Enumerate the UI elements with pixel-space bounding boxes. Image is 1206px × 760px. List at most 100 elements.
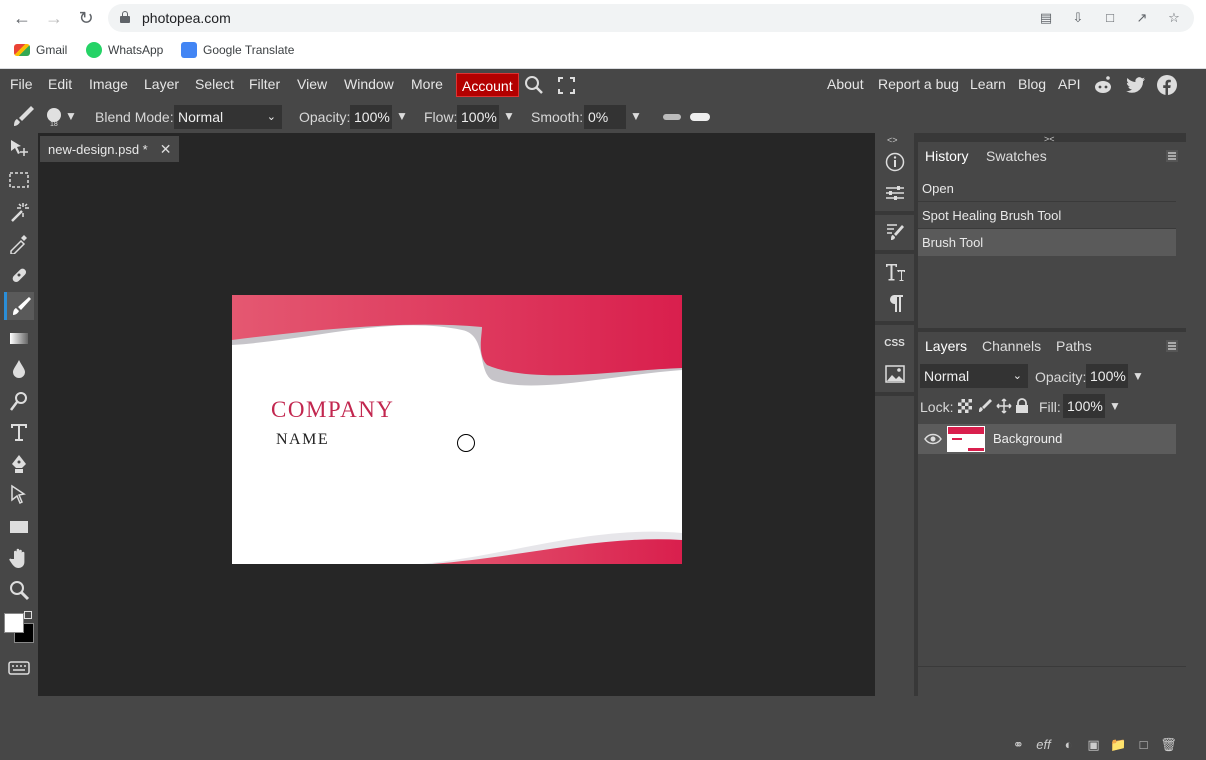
collapse-strip-icon[interactable]: <>	[887, 135, 898, 145]
new-group-icon[interactable]: 📁	[1109, 735, 1128, 754]
css-button[interactable]: CSS	[879, 328, 910, 358]
layer-row-background[interactable]: Background	[918, 424, 1176, 454]
address-bar[interactable]: photopea.com ▤ ⇩ □ ↗ ☆	[108, 4, 1194, 32]
hand-tool-icon[interactable]	[4, 544, 34, 572]
tab-swatches[interactable]: Swatches	[986, 148, 1047, 164]
flow-input[interactable]: 100%	[457, 105, 499, 129]
healing-brush-icon[interactable]	[4, 261, 34, 289]
foreground-color-swatch[interactable]	[4, 613, 24, 633]
menu-file[interactable]: File	[10, 76, 33, 92]
type-tool-icon[interactable]	[4, 418, 34, 446]
menu-layer[interactable]: Layer	[144, 76, 179, 92]
workspace[interactable]: new-design.psd * ✕ COMPANY NAME	[38, 133, 875, 696]
pressure-size-icon[interactable]	[690, 113, 710, 121]
new-layer-icon[interactable]: □	[1134, 735, 1153, 754]
path-select-icon[interactable]	[4, 481, 34, 509]
marquee-tool-icon[interactable]	[4, 166, 34, 194]
adjustments-icon[interactable]	[879, 178, 910, 208]
twitter-icon[interactable]	[1126, 76, 1146, 94]
gradient-tool-icon[interactable]	[4, 324, 34, 352]
layer-opacity-input[interactable]: 100%	[1086, 364, 1128, 388]
eyedropper-icon[interactable]	[4, 229, 34, 257]
link-about[interactable]: About	[827, 76, 864, 92]
fill-input[interactable]: 100%	[1063, 394, 1105, 418]
rectangle-tool-icon[interactable]	[4, 513, 34, 541]
lock-transparency-icon[interactable]	[958, 399, 972, 413]
blur-tool-icon[interactable]	[4, 355, 34, 383]
link-report-bug[interactable]: Report a bug	[878, 76, 959, 92]
layer-blend-select[interactable]: Normal ⌄	[920, 364, 1028, 388]
page-icon[interactable]: □	[1102, 10, 1118, 26]
pen-tool-icon[interactable]	[4, 450, 34, 478]
tab-layers[interactable]: Layers	[925, 338, 967, 354]
layers-menu-icon[interactable]	[1166, 339, 1178, 352]
menu-more[interactable]: More	[411, 76, 443, 92]
brush-preset-icon[interactable]	[12, 106, 38, 128]
info-icon[interactable]	[879, 147, 910, 177]
lock-pixels-icon[interactable]	[977, 398, 993, 414]
tab-channels[interactable]: Channels	[982, 338, 1041, 354]
layer-opacity-dropdown-icon[interactable]: ▼	[1132, 369, 1144, 383]
layer-effects-icon[interactable]: eff	[1034, 735, 1053, 754]
reddit-icon[interactable]	[1093, 75, 1113, 95]
share-icon[interactable]: ↗	[1134, 10, 1150, 26]
history-item-active[interactable]: Brush Tool	[918, 229, 1176, 256]
document-tab[interactable]: new-design.psd * ✕	[40, 136, 180, 162]
adjustment-layer-icon[interactable]: ◐	[1059, 735, 1078, 754]
menu-image[interactable]: Image	[89, 76, 128, 92]
reload-icon[interactable]: ↻	[76, 8, 96, 28]
lock-position-icon[interactable]	[996, 398, 1012, 414]
close-icon[interactable]: ✕	[160, 141, 172, 158]
forward-icon[interactable]: →	[44, 8, 64, 28]
layer-mask-icon[interactable]: ▣	[1084, 735, 1103, 754]
character-icon[interactable]	[879, 257, 910, 287]
history-item[interactable]: Open	[918, 175, 1176, 202]
flow-dropdown-icon[interactable]: ▼	[503, 109, 515, 123]
brush-settings-icon[interactable]	[879, 217, 910, 247]
pressure-opacity-icon[interactable]	[663, 114, 681, 120]
color-swatches[interactable]	[2, 611, 36, 647]
menu-window[interactable]: Window	[344, 76, 394, 92]
link-layers-icon[interactable]: ⚭	[1009, 735, 1028, 754]
lock-all-icon[interactable]	[1015, 398, 1029, 414]
bookmark-whatsapp[interactable]: WhatsApp	[86, 41, 163, 59]
menu-filter[interactable]: Filter	[249, 76, 280, 92]
link-blog[interactable]: Blog	[1018, 76, 1046, 92]
tab-paths[interactable]: Paths	[1056, 338, 1092, 354]
link-api[interactable]: API	[1058, 76, 1081, 92]
bookmark-google-translate[interactable]: Google Translate	[181, 41, 294, 59]
magic-wand-icon[interactable]	[4, 198, 34, 226]
smooth-input[interactable]: 0%	[584, 105, 626, 129]
delete-layer-icon[interactable]: 🗑	[1159, 735, 1178, 754]
blend-mode-select[interactable]: Normal ⌄	[174, 105, 282, 129]
account-button[interactable]: Account	[456, 73, 519, 97]
brush-dropdown-icon[interactable]: ▼	[65, 109, 77, 123]
star-icon[interactable]: ☆	[1166, 10, 1182, 26]
document-canvas[interactable]: COMPANY NAME	[232, 295, 682, 564]
brush-size-icon[interactable]	[47, 108, 61, 122]
history-menu-icon[interactable]	[1166, 149, 1178, 162]
dodge-tool-icon[interactable]	[4, 387, 34, 415]
facebook-icon[interactable]	[1157, 75, 1177, 95]
tab-history[interactable]: History	[925, 148, 969, 164]
zoom-tool-icon[interactable]	[4, 576, 34, 604]
tab-search-icon[interactable]: ▤	[1038, 10, 1054, 26]
install-icon[interactable]: ⇩	[1070, 10, 1086, 26]
image-panel-icon[interactable]	[879, 359, 910, 389]
eye-icon[interactable]	[924, 433, 942, 445]
menu-edit[interactable]: Edit	[48, 76, 72, 92]
history-item[interactable]: Spot Healing Brush Tool	[918, 202, 1176, 229]
back-icon[interactable]: ←	[12, 8, 32, 28]
swap-colors-icon[interactable]	[24, 611, 32, 619]
bookmark-gmail[interactable]: Gmail	[14, 41, 67, 59]
fill-dropdown-icon[interactable]: ▼	[1109, 399, 1121, 413]
search-icon[interactable]	[524, 75, 544, 95]
menu-view[interactable]: View	[297, 76, 327, 92]
paragraph-icon[interactable]	[879, 288, 910, 318]
opacity-input[interactable]: 100%	[350, 105, 392, 129]
menu-select[interactable]: Select	[195, 76, 234, 92]
link-learn[interactable]: Learn	[970, 76, 1006, 92]
smooth-dropdown-icon[interactable]: ▼	[630, 109, 642, 123]
move-tool-icon[interactable]	[4, 135, 34, 163]
opacity-dropdown-icon[interactable]: ▼	[396, 109, 408, 123]
